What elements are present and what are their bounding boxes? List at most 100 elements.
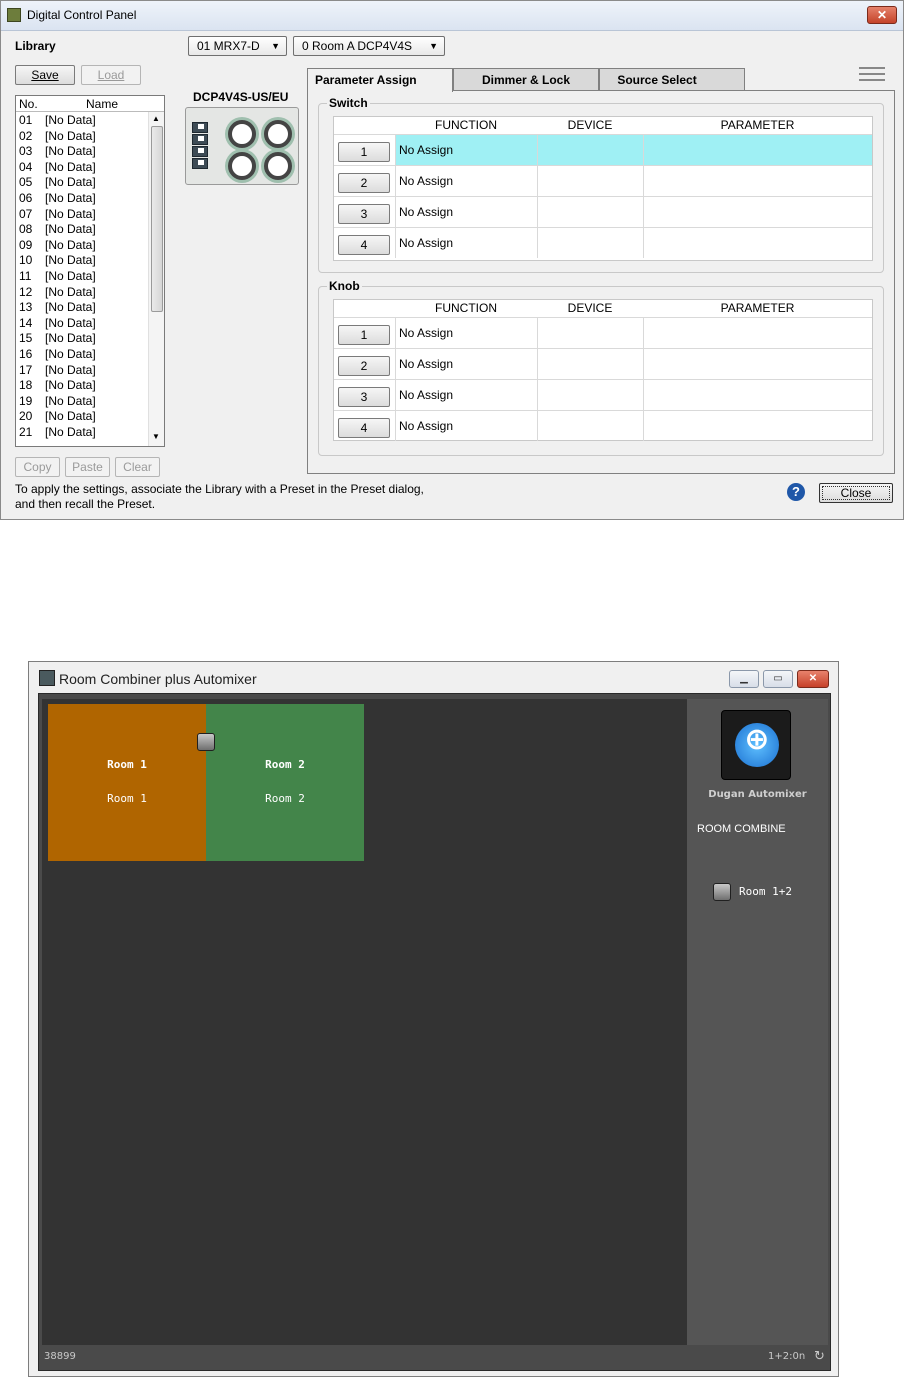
parameter-cell[interactable] — [643, 411, 872, 441]
room-combine-toggle[interactable] — [713, 883, 731, 901]
window-close-button[interactable]: ✕ — [797, 670, 829, 688]
list-item[interactable]: 03 [No Data] — [19, 144, 96, 160]
dugan-automixer-icon[interactable]: ⊕ — [721, 710, 791, 780]
title-bar[interactable]: Digital Control Panel ✕ — [1, 1, 903, 31]
parameter-cell[interactable] — [643, 197, 872, 227]
assign-number-button[interactable]: 1 — [338, 142, 390, 162]
tab-parameter-assign[interactable]: Parameter Assign — [307, 68, 453, 92]
device-cell[interactable] — [537, 411, 643, 441]
list-item[interactable]: 16 [No Data] — [19, 347, 96, 363]
parameter-cell[interactable] — [643, 349, 872, 379]
window-close-button[interactable]: ✕ — [867, 6, 897, 24]
device-cell[interactable] — [537, 135, 643, 165]
table-row[interactable]: 2 No Assign — [334, 165, 872, 197]
assign-number-button[interactable]: 2 — [338, 356, 390, 376]
list-item[interactable]: 02 [No Data] — [19, 129, 96, 145]
function-cell[interactable]: No Assign — [395, 228, 537, 258]
table-row[interactable]: 4 No Assign — [334, 410, 872, 442]
table-row[interactable]: 1 No Assign — [334, 134, 872, 166]
function-cell[interactable]: No Assign — [395, 318, 537, 348]
paste-button[interactable]: Paste — [65, 457, 110, 477]
list-item[interactable]: 09 [No Data] — [19, 238, 96, 254]
device-cell[interactable] — [537, 349, 643, 379]
assign-number-button[interactable]: 3 — [338, 387, 390, 407]
assign-number-button[interactable]: 1 — [338, 325, 390, 345]
copy-button[interactable]: Copy — [15, 457, 60, 477]
device-cell[interactable] — [537, 197, 643, 227]
close-button[interactable]: Close — [819, 483, 893, 503]
list-item[interactable]: 06 [No Data] — [19, 191, 96, 207]
maximize-button[interactable]: ▭ — [763, 670, 793, 688]
list-item[interactable]: 10 [No Data] — [19, 253, 96, 269]
list-item[interactable]: 07 [No Data] — [19, 207, 96, 223]
window-title: Room Combiner plus Automixer — [59, 671, 257, 687]
room-1-block[interactable]: Room 1 Room 1 — [48, 704, 206, 861]
table-row[interactable]: 1 No Assign — [334, 317, 872, 349]
parameter-cell[interactable] — [643, 135, 872, 165]
save-button[interactable]: Save — [15, 65, 75, 85]
list-item[interactable]: 18 [No Data] — [19, 378, 96, 394]
library-list[interactable]: No. Name 01 [No Data] 02 [No Data] 03 [No Dat… — [15, 95, 165, 447]
table-row[interactable]: 3 No Assign — [334, 196, 872, 228]
assign-number-button[interactable]: 3 — [338, 204, 390, 224]
table-row[interactable]: 3 No Assign — [334, 379, 872, 411]
scroll-up-icon[interactable]: ▲ — [152, 114, 160, 123]
preset-select[interactable]: 0 Room A DCP4V4S ▼ — [293, 36, 445, 56]
scroll-thumb[interactable] — [151, 126, 163, 312]
table-row[interactable]: 2 No Assign — [334, 348, 872, 380]
table-row[interactable]: 4 No Assign — [334, 227, 872, 259]
parameter-cell[interactable] — [643, 318, 872, 348]
room-partition-toggle[interactable] — [197, 733, 215, 751]
load-button[interactable]: Load — [81, 65, 141, 85]
help-icon[interactable]: ? — [787, 483, 805, 501]
parameter-cell[interactable] — [643, 228, 872, 258]
function-cell[interactable]: No Assign — [395, 411, 537, 441]
function-cell[interactable]: No Assign — [395, 135, 537, 165]
list-item-number: 18 — [19, 378, 33, 393]
function-cell[interactable]: No Assign — [395, 197, 537, 227]
list-item[interactable]: 08 [No Data] — [19, 222, 96, 238]
function-cell[interactable]: No Assign — [395, 166, 537, 196]
device-cell[interactable] — [537, 318, 643, 348]
list-item[interactable]: 21 [No Data] — [19, 425, 96, 441]
list-item[interactable]: 15 [No Data] — [19, 331, 96, 347]
list-item[interactable]: 11 [No Data] — [19, 269, 96, 285]
device-switch-1 — [192, 122, 208, 133]
list-item-name: [No Data] — [45, 113, 96, 127]
title-bar[interactable]: Room Combiner plus Automixer ▁ ▭ ✕ — [29, 662, 838, 694]
library-scrollbar[interactable]: ▲ ▼ — [148, 112, 164, 446]
switch-group: Switch FUNCTION DEVICE PARAMETER 1 No Ass… — [318, 96, 884, 273]
list-item[interactable]: 20 [No Data] — [19, 409, 96, 425]
device-cell[interactable] — [537, 228, 643, 258]
room-canvas: Room 1 Room 1 Room 2 Room 2 — [42, 699, 687, 1345]
assign-number-button[interactable]: 2 — [338, 173, 390, 193]
function-cell[interactable]: No Assign — [395, 380, 537, 410]
refresh-icon[interactable]: ↻ — [814, 1345, 825, 1368]
tab-source-select[interactable]: Source Select — [599, 68, 745, 90]
device-cell[interactable] — [537, 380, 643, 410]
assign-number-button[interactable]: 4 — [338, 418, 390, 438]
device-cell[interactable] — [537, 166, 643, 196]
list-item[interactable]: 19 [No Data] — [19, 394, 96, 410]
clear-button[interactable]: Clear — [115, 457, 160, 477]
device-knob-2 — [264, 120, 292, 148]
list-item[interactable]: 04 [No Data] — [19, 160, 96, 176]
assign-number-button[interactable]: 4 — [338, 235, 390, 255]
preset-select-value: 0 Room A DCP4V4S — [302, 39, 413, 53]
list-item[interactable]: 01 [No Data] — [19, 113, 96, 129]
parameter-cell[interactable] — [643, 380, 872, 410]
footer-instruction-line2: and then recall the Preset. — [15, 497, 156, 511]
tab-dimmer-lock[interactable]: Dimmer & Lock — [453, 68, 599, 90]
scroll-down-icon[interactable]: ▼ — [152, 432, 160, 441]
room-2-block[interactable]: Room 2 Room 2 — [206, 704, 364, 861]
parameter-cell[interactable] — [643, 166, 872, 196]
function-cell[interactable]: No Assign — [395, 349, 537, 379]
list-item[interactable]: 13 [No Data] — [19, 300, 96, 316]
menu-icon[interactable] — [859, 67, 885, 81]
device-select[interactable]: 01 MRX7-D ▼ — [188, 36, 287, 56]
list-item[interactable]: 14 [No Data] — [19, 316, 96, 332]
list-item[interactable]: 17 [No Data] — [19, 363, 96, 379]
minimize-button[interactable]: ▁ — [729, 670, 759, 688]
list-item[interactable]: 12 [No Data] — [19, 285, 96, 301]
list-item[interactable]: 05 [No Data] — [19, 175, 96, 191]
